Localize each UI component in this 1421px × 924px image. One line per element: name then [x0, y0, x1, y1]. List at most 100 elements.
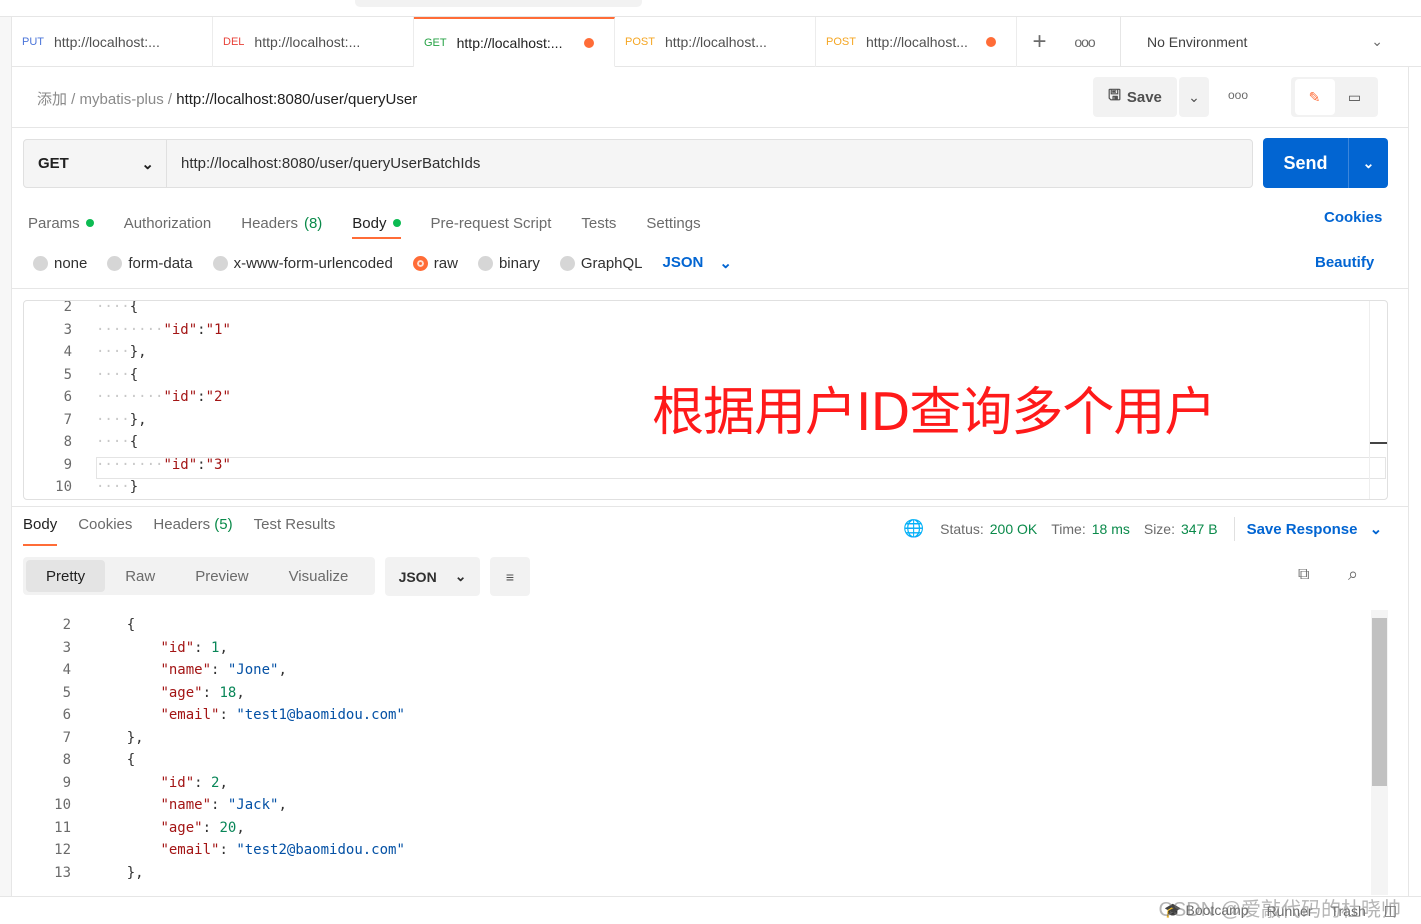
code-line: "name": "Jack",: [160, 797, 287, 813]
breadcrumb-request[interactable]: http://localhost:8080/user/queryUser: [176, 91, 417, 108]
radio-binary[interactable]: binary: [477, 255, 540, 272]
current-line-highlight: [96, 457, 1386, 479]
response-body-viewer[interactable]: 2 {3 "id": 1, 4 "name": "Jone", 5 "age": 1…: [23, 610, 1388, 895]
format-label: JSON: [398, 568, 437, 585]
tab-url: http://localhost:...: [254, 34, 361, 50]
line-number: 5: [62, 684, 71, 701]
tab-put[interactable]: PUT http://localhost:...: [12, 17, 213, 67]
scrollbar-thumb[interactable]: [1372, 618, 1387, 786]
globe-icon[interactable]: 🌐: [903, 519, 924, 539]
comment-icon[interactable]: ▭: [1335, 89, 1375, 106]
status-label: Status:: [940, 521, 984, 537]
left-sidebar: [0, 17, 12, 897]
more-options-icon[interactable]: ooo: [1228, 88, 1248, 102]
tab-params[interactable]: Params: [28, 208, 94, 238]
radio-icon: [107, 255, 123, 271]
tab-settings[interactable]: Settings: [646, 208, 700, 238]
save-dropdown[interactable]: ⌄: [1179, 77, 1209, 117]
send-button[interactable]: Send ⌄: [1263, 138, 1388, 188]
code-line: "email": "test2@baomidou.com": [160, 842, 405, 858]
code-line: },: [93, 729, 144, 746]
copy-icon[interactable]: ⧉: [1298, 566, 1309, 584]
code-line: "id": 1,: [160, 639, 228, 656]
radio-label: GraphQL: [580, 254, 643, 272]
send-label: Send: [1283, 152, 1328, 173]
raw-format-select[interactable]: JSON ⌄: [663, 254, 732, 272]
save-label: Save: [1126, 88, 1162, 106]
line-number: 6: [62, 707, 71, 723]
save-button[interactable]: 🖫 Save: [1093, 77, 1177, 117]
view-preview[interactable]: Preview: [175, 560, 268, 592]
radio-none[interactable]: none: [33, 255, 87, 272]
tab-post[interactable]: POST http://localhost...: [615, 17, 816, 67]
tab-tests[interactable]: Tests: [581, 208, 616, 238]
cookies-link[interactable]: Cookies: [1324, 209, 1382, 226]
code-line: "email": "test1@baomidou.com": [160, 707, 405, 723]
tab-headers[interactable]: Headers (8): [241, 208, 322, 238]
line-number: 6: [63, 389, 72, 405]
tab-get[interactable]: GET http://localhost:...: [414, 17, 615, 67]
tab-del[interactable]: DEL http://localhost:...: [213, 17, 414, 67]
breadcrumb: 添加 / mybatis-plus / http://localhost:808…: [37, 91, 418, 108]
code-line: "age": 18,: [160, 684, 245, 701]
tab-response-cookies[interactable]: Cookies: [78, 516, 132, 546]
line-number: 12: [54, 842, 71, 858]
radio-label: x-www-form-urlencoded: [233, 254, 393, 272]
beautify-button[interactable]: Beautify: [1315, 254, 1374, 271]
tab-response-body[interactable]: Body: [23, 516, 58, 546]
environment-select[interactable]: No Environment ⌄: [1120, 17, 1421, 67]
search-icon[interactable]: ⌕: [1348, 564, 1358, 585]
tab-url: http://localhost...: [664, 34, 767, 50]
body-label: Body: [352, 214, 387, 232]
chevron-down-icon[interactable]: ⌄: [1348, 138, 1388, 188]
view-visualize[interactable]: Visualize: [269, 560, 369, 592]
right-sidebar: [1408, 67, 1421, 897]
tab-body[interactable]: Body: [352, 208, 401, 239]
line-number: 5: [63, 366, 72, 383]
line-number: 10: [55, 479, 72, 495]
tab-post-2[interactable]: POST http://localhost...: [816, 17, 1017, 67]
request-config-tabs: Params Authorization Headers (8) Body Pre…: [28, 208, 731, 239]
line-number: 3: [63, 321, 72, 338]
line-number: 13: [54, 864, 71, 881]
code-line: {: [93, 752, 136, 768]
code-line: {: [93, 617, 136, 633]
headers-count: (8): [303, 214, 323, 232]
tab-pre-request-script[interactable]: Pre-request Script: [431, 208, 552, 238]
editor-scrollbar[interactable]: [1369, 301, 1387, 499]
url-input[interactable]: http://localhost:8080/user/queryUserBatc…: [167, 140, 480, 187]
radio-form-data[interactable]: form-data: [107, 255, 193, 272]
method-label: DEL: [223, 36, 245, 48]
more-tabs-icon[interactable]: ooo: [1062, 17, 1107, 66]
view-pretty[interactable]: Pretty: [26, 560, 106, 592]
save-response-button[interactable]: Save Response ⌄: [1247, 520, 1383, 538]
radio-urlencoded[interactable]: x-www-form-urlencoded: [212, 254, 393, 272]
radio-selected-icon: [412, 255, 428, 271]
url-bar: GET ⌄ http://localhost:8080/user/queryUse…: [23, 139, 1253, 188]
line-number: 7: [63, 411, 72, 428]
method-label: POST: [826, 36, 856, 48]
wrap-lines-icon[interactable]: ≡: [490, 557, 530, 596]
divider: [12, 506, 1408, 507]
radio-graphql[interactable]: GraphQL: [559, 254, 643, 272]
tab-authorization[interactable]: Authorization: [124, 208, 212, 238]
response-format-select[interactable]: JSON ⌄: [385, 557, 480, 596]
new-tab-plus-icon[interactable]: +: [1017, 17, 1062, 66]
code-line: "id": 2,: [160, 774, 228, 791]
method-select[interactable]: GET ⌄: [24, 140, 167, 187]
code-line: },: [93, 864, 144, 881]
breadcrumb-folder[interactable]: mybatis-plus: [80, 91, 164, 108]
breadcrumb-collection[interactable]: 添加: [37, 91, 67, 108]
tab-test-results[interactable]: Test Results: [254, 516, 336, 546]
tab-response-headers[interactable]: Headers (5): [153, 516, 232, 546]
unsaved-dot-icon: [986, 37, 996, 47]
radio-raw[interactable]: raw: [412, 255, 458, 272]
view-raw[interactable]: Raw: [105, 560, 175, 592]
edit-pencil-icon[interactable]: ✎: [1294, 79, 1335, 115]
search-bar[interactable]: [355, 0, 642, 7]
line-number: 8: [63, 434, 72, 450]
code-line: ····{: [96, 366, 139, 383]
tab-url: http://localhost:...: [54, 34, 160, 50]
chevron-down-icon: ⌄: [454, 568, 467, 584]
code-line: ····{: [96, 300, 139, 315]
